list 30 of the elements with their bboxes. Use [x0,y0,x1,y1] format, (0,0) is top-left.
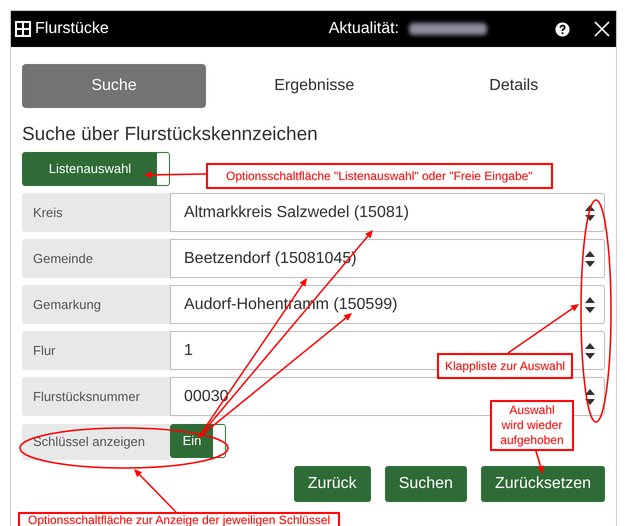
help-icon[interactable] [555,22,570,36]
select-arrows-icon[interactable] [584,296,596,314]
toggle-switch[interactable]: Listenauswahl [22,152,170,186]
select-arrows-icon[interactable] [584,204,596,222]
field-label: Gemarkung [22,285,170,324]
select-arrows-icon[interactable] [584,250,596,268]
action-button[interactable]: Zurücksetzen [480,466,605,502]
action-button[interactable]: Suchen [384,466,467,502]
action-button[interactable]: Zurück [294,466,371,502]
close-icon[interactable] [594,21,610,37]
window-title: Flurstücke [35,19,109,39]
annotation-arrow [134,469,177,513]
grid-icon [15,21,31,37]
annotation-arrow [508,304,579,354]
field-label: Flurstücksnummer [22,377,170,416]
annotation-label: Auswahl wird wieder aufgehoben [490,400,574,451]
field-label: Schlüssel anzeigen [22,424,170,460]
select-field[interactable]: Altmarkkreis Salzwedel (15081) [170,193,605,232]
annotation-arrow [144,171,206,178]
currency-label: Aktualität: [328,19,399,39]
annotation-label: Optionsschaltfläche "Listenauswahl" oder "Freie Eingabe" [206,163,553,189]
field-label: Gemeinde [22,239,170,278]
section-heading: Suche über Flurstückskennzeichen [22,123,319,147]
field-label: Kreis [22,193,170,232]
select-arrows-icon[interactable] [584,388,596,406]
field-label: Flur [22,331,170,370]
toggle-switch[interactable]: Ein [170,424,226,458]
select-arrows-icon[interactable] [584,342,596,360]
tab[interactable]: Suche [22,64,206,108]
annotation-label: Klappliste zur Auswahl [437,353,574,379]
